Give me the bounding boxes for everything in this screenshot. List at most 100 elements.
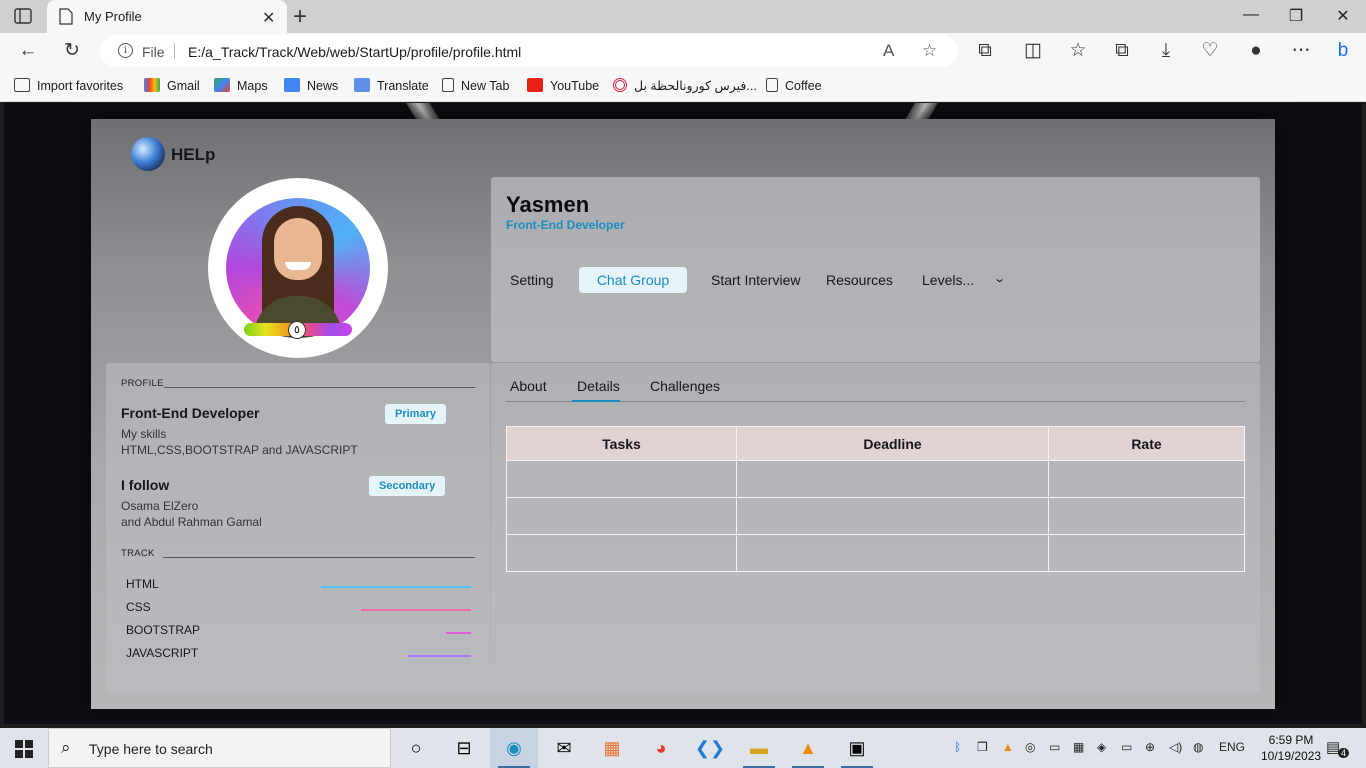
edge-app-icon[interactable]: ◉ — [490, 728, 538, 768]
back-icon[interactable]: ← — [16, 41, 40, 61]
more-options-icon[interactable]: ⋯ — [1289, 41, 1313, 61]
import-icon — [14, 78, 30, 92]
favorite-translate[interactable]: Translate — [354, 78, 429, 93]
extensions-icon[interactable]: ⧉ — [973, 41, 997, 61]
maps-icon — [214, 78, 230, 92]
restore-button[interactable]: ❐ — [1281, 6, 1311, 26]
brand-name[interactable]: HELp — [171, 145, 215, 165]
favorite-gmail[interactable]: Gmail — [144, 78, 200, 93]
search-icon: ⌕ — [61, 738, 71, 757]
task-view-icon[interactable]: ⊟ — [440, 728, 488, 768]
user-name: Yasmen — [506, 192, 590, 217]
chrome-app-icon[interactable]: ◕ — [637, 728, 685, 768]
address-url[interactable]: E:/a_Track/Track/Web/web/StartUp/profile… — [188, 44, 521, 60]
minimize-button[interactable]: — — [1236, 6, 1266, 24]
mail-app-icon[interactable]: ✉ — [540, 728, 588, 768]
tab-about[interactable]: About — [510, 378, 547, 394]
volume-icon[interactable]: ◁) — [1169, 740, 1182, 754]
favorite-new-tab[interactable]: New Tab — [442, 78, 509, 93]
clock[interactable]: 6:59 PM 10/19/2023 — [1261, 732, 1321, 764]
favorite-label: New Tab — [461, 79, 510, 93]
track-progress-bar — [361, 609, 471, 611]
tray-icon[interactable]: ▦ — [1073, 740, 1084, 754]
table-row — [506, 534, 1245, 572]
photos-app-icon[interactable]: ▣ — [833, 728, 881, 768]
vlc-tray-icon[interactable]: ▲ — [1002, 740, 1014, 754]
secondary-badge: Secondary — [369, 476, 446, 496]
favorites-icon[interactable]: ☆ — [1066, 41, 1090, 61]
favorite-corona[interactable]: فيرس كورونالحظة بل... — [613, 78, 757, 93]
favorite-label: Coffee — [785, 79, 822, 93]
security-icon[interactable]: ◈ — [1097, 740, 1106, 754]
split-screen-icon[interactable]: ◫ — [1021, 41, 1045, 61]
favorite-coffee[interactable]: Coffee — [766, 78, 822, 93]
taskbar-search[interactable]: ⌕ Type here to search — [48, 728, 391, 768]
track-name: CSS — [126, 600, 151, 614]
tab-details[interactable]: Details — [577, 378, 620, 394]
bluetooth-icon[interactable]: ᛒ — [954, 740, 961, 754]
avatar-photo — [226, 198, 370, 338]
favorite-label: News — [307, 79, 339, 93]
menu-resources[interactable]: Resources — [826, 272, 893, 288]
tab-challenges[interactable]: Challenges — [650, 378, 720, 394]
favorites-bar: Import favorites Gmail Maps News Transla… — [0, 70, 1366, 102]
address-scheme: File — [142, 44, 165, 60]
menu-chat-group[interactable]: Chat Group — [579, 267, 687, 293]
logo-icon[interactable] — [131, 137, 165, 171]
browser-toolbar: ← ↻ i File E:/a_Track/Track/Web/web/Star… — [0, 33, 1366, 70]
chevron-down-icon[interactable]: ⌄ — [993, 272, 1006, 285]
tab-actions-icon[interactable] — [14, 8, 32, 24]
menu-levels-select[interactable]: Levels... — [922, 272, 974, 288]
favorite-maps[interactable]: Maps — [214, 78, 268, 93]
language-indicator[interactable]: ENG — [1219, 740, 1245, 754]
performance-icon[interactable]: ♡ — [1198, 41, 1222, 61]
divider — [164, 387, 475, 388]
favorite-import[interactable]: Import favorites — [14, 78, 123, 93]
refresh-icon[interactable]: ↻ — [60, 41, 84, 61]
info-icon[interactable]: i — [118, 43, 133, 58]
copilot-icon[interactable]: b — [1331, 41, 1355, 61]
display-icon[interactable]: ▭ — [1049, 740, 1060, 754]
primary-badge: Primary — [385, 404, 446, 424]
read-aloud-icon[interactable]: A — [883, 41, 894, 61]
youtube-icon — [527, 78, 543, 92]
favorite-label: فيرس كورونالحظة بل... — [634, 79, 757, 93]
menu-setting[interactable]: Setting — [510, 272, 554, 288]
browser-tab[interactable]: My Profile ✕ — [47, 0, 287, 33]
page-icon — [442, 78, 454, 92]
new-tab-button[interactable]: + — [293, 3, 307, 31]
close-window-button[interactable]: ✕ — [1328, 6, 1358, 26]
favorite-news[interactable]: News — [284, 78, 338, 93]
downloads-icon[interactable]: ⤓ — [1154, 41, 1178, 61]
tray-icon[interactable]: ❐ — [977, 740, 988, 754]
page-icon — [766, 78, 778, 92]
avatar: ٥ — [208, 178, 388, 358]
target-icon — [613, 78, 627, 92]
page-icon — [59, 8, 73, 25]
vscode-app-icon[interactable]: ❮❯ — [686, 728, 734, 768]
address-bar[interactable]: i File E:/a_Track/Track/Web/web/StartUp/… — [100, 35, 958, 67]
details-card: About Details Challenges Tasks Deadline … — [491, 363, 1260, 692]
column-header-rate: Rate — [1048, 426, 1245, 461]
windows-start-icon[interactable] — [15, 740, 33, 758]
battery-icon[interactable]: ▭ — [1121, 740, 1132, 754]
cortana-icon[interactable]: ○ — [392, 728, 440, 768]
camera-icon[interactable]: ◍ — [1193, 740, 1203, 754]
clock-time: 6:59 PM — [1268, 733, 1314, 747]
profile-avatar-icon[interactable]: ● — [1244, 41, 1268, 61]
table-cell — [1048, 534, 1245, 572]
track-progress-bar — [408, 655, 471, 657]
file-explorer-icon[interactable]: ▬ — [735, 728, 783, 768]
menu-start-interview[interactable]: Start Interview — [711, 272, 800, 288]
favorite-star-icon[interactable]: ☆ — [922, 41, 937, 61]
table-cell — [736, 460, 1049, 498]
tray-icon[interactable]: ◎ — [1025, 740, 1035, 754]
page-viewport: HELp ٥ PROFILE Front-End Developer Prima… — [4, 103, 1362, 724]
search-placeholder: Type here to search — [89, 741, 213, 757]
close-tab-icon[interactable]: ✕ — [262, 8, 275, 28]
vlc-app-icon[interactable]: ▲ — [784, 728, 832, 768]
collections-icon[interactable]: ⧉ — [1110, 41, 1134, 61]
store-app-icon[interactable]: ▦ — [588, 728, 636, 768]
favorite-youtube[interactable]: YouTube — [527, 78, 599, 93]
network-icon[interactable]: ⊕ — [1145, 740, 1155, 754]
